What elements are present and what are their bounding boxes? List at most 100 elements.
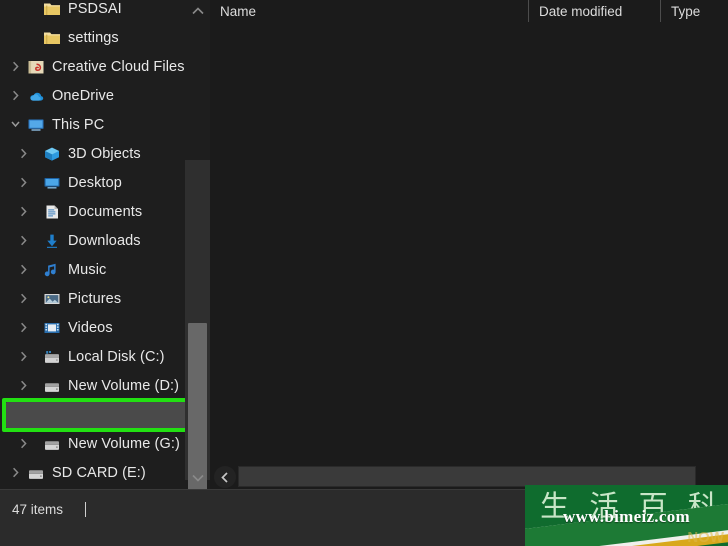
chevron-right-icon — [20, 322, 27, 333]
this-pc-icon-wrap — [24, 115, 48, 135]
documents-icon — [46, 205, 58, 218]
scroll-left-button[interactable] — [214, 466, 236, 488]
tree-expand-chevron[interactable] — [6, 467, 24, 478]
tree-item-onedrive[interactable]: OneDrive — [0, 81, 185, 110]
tree-item-label: SD CARD (E:) — [52, 464, 146, 481]
music-icon — [44, 263, 56, 276]
tree-item-sd-card-e[interactable]: SD CARD (E:) — [0, 458, 185, 487]
column-header-name-label: Name — [220, 3, 257, 19]
3d-objects-icon — [45, 147, 59, 161]
tree-item-desktop[interactable]: Desktop — [0, 168, 185, 197]
folder-icon — [44, 3, 60, 15]
horizontal-scroll-track[interactable] — [238, 466, 696, 487]
tree-expand-chevron[interactable] — [6, 61, 24, 72]
pictures-icon — [44, 293, 60, 304]
tree-item-label: New Volume (G:) — [68, 435, 180, 452]
tree-expand-chevron[interactable] — [14, 264, 32, 275]
tree-item-new-volume-g[interactable]: New Volume (G:) — [0, 429, 185, 458]
tree-item-documents[interactable]: Documents — [0, 197, 185, 226]
tree-item-psdsai[interactable]: PSDSAI — [0, 0, 185, 23]
videos-icon — [44, 322, 60, 333]
tree-item-label: Documents — [68, 203, 143, 220]
chevron-right-icon — [12, 467, 19, 478]
drive-icon — [45, 440, 59, 450]
local-disk-icon-wrap — [40, 347, 64, 367]
chevron-right-icon — [12, 90, 19, 101]
tree-expand-chevron[interactable] — [14, 380, 32, 391]
tree-expand-chevron[interactable] — [14, 148, 32, 159]
tree-item-music[interactable]: Music — [0, 255, 185, 284]
column-header-name[interactable]: Name — [210, 0, 528, 22]
column-header-type[interactable]: Type — [660, 0, 728, 22]
tree-expand-chevron[interactable] — [6, 119, 24, 130]
tree-item-downloads[interactable]: Downloads — [0, 226, 185, 255]
tree-item-label: settings — [68, 29, 119, 46]
column-header-date-modified[interactable]: Date modified — [528, 0, 660, 22]
chevron-up-icon — [191, 7, 204, 15]
navigation-pane[interactable]: PSDSAI settings Creative Cloud Files OneDri… — [0, 0, 185, 489]
chevron-right-icon — [20, 293, 27, 304]
scroll-down-button[interactable] — [185, 467, 210, 489]
videos-icon-wrap — [40, 318, 64, 338]
tree-item-label: Desktop — [68, 174, 122, 191]
this-pc-icon — [28, 119, 44, 131]
desktop-icon-wrap — [40, 173, 64, 193]
chevron-right-icon — [20, 380, 27, 391]
tree-item-sd-card-e[interactable]: SD CARD (E:) — [0, 400, 185, 429]
item-count-label: 47 items — [12, 502, 64, 517]
tree-item-selection-background — [6, 402, 185, 428]
chevron-down-icon — [191, 474, 204, 482]
tree-expand-chevron[interactable] — [14, 235, 32, 246]
tree-item-videos[interactable]: Videos — [0, 313, 185, 342]
sidebar-vertical-scrollbar[interactable] — [185, 0, 210, 546]
tree-item-label: Downloads — [68, 232, 141, 249]
tree-expand-chevron[interactable] — [14, 351, 32, 362]
tree-expand-chevron[interactable] — [14, 293, 32, 304]
scroll-track[interactable] — [185, 160, 210, 546]
tree-item-new-volume-d[interactable]: New Volume (D:) — [0, 371, 185, 400]
tree-item-local-disk-c[interactable]: Local Disk (C:) — [0, 342, 185, 371]
pictures-icon-wrap — [40, 289, 64, 309]
file-list-pane[interactable]: Name Date modified Type — [210, 0, 728, 489]
tree-expand-chevron[interactable] — [14, 206, 32, 217]
column-header-type-label: Type — [671, 3, 701, 19]
chevron-left-icon — [221, 471, 228, 483]
tree-item-label: PSDSAI — [68, 0, 122, 17]
tree-item-label: New Volume (D:) — [68, 377, 180, 394]
tree-expand-chevron[interactable] — [14, 177, 32, 188]
chevron-right-icon — [20, 438, 27, 449]
status-bar-items: 47 items — [12, 502, 87, 517]
watermark-ghost-text: NOW — [687, 529, 724, 546]
tree-item-label: Pictures — [68, 290, 122, 307]
chevron-right-icon — [20, 351, 27, 362]
watermark-url: www.bimeiz.com — [563, 507, 690, 526]
drive-icon-wrap — [40, 434, 64, 454]
creative-cloud-icon — [28, 60, 44, 73]
tree-expand-chevron[interactable] — [6, 90, 24, 101]
3d-objects-icon-wrap — [40, 144, 64, 164]
column-headers[interactable]: Name Date modified Type — [210, 0, 728, 22]
desktop-icon — [44, 177, 60, 188]
downloads-icon-wrap — [40, 231, 64, 251]
tree-item-pictures[interactable]: Pictures — [0, 284, 185, 313]
tree-expand-chevron[interactable] — [14, 322, 32, 333]
local-disk-icon — [45, 350, 59, 363]
chevron-right-icon — [20, 206, 27, 217]
music-icon-wrap — [40, 260, 64, 280]
chevron-down-icon — [10, 121, 20, 128]
scroll-up-button[interactable] — [185, 0, 210, 22]
tree-item-label: This PC — [52, 116, 105, 133]
onedrive-icon — [30, 92, 44, 101]
drive-icon — [45, 382, 59, 392]
chevron-right-icon — [20, 177, 27, 188]
tree-item-creative-cloud-files[interactable]: Creative Cloud Files — [0, 52, 185, 81]
tree-item-label: 3D Objects — [68, 145, 141, 162]
tree-item-3d-objects[interactable]: 3D Objects — [0, 139, 185, 168]
downloads-icon — [47, 234, 57, 248]
tree-item-settings[interactable]: settings — [0, 23, 185, 52]
tree-item-this-pc[interactable]: This PC — [0, 110, 185, 139]
chevron-right-icon — [20, 264, 27, 275]
tree-expand-chevron[interactable] — [14, 438, 32, 449]
drive-icon-wrap — [40, 376, 64, 396]
folder-icon-wrap — [40, 28, 64, 48]
